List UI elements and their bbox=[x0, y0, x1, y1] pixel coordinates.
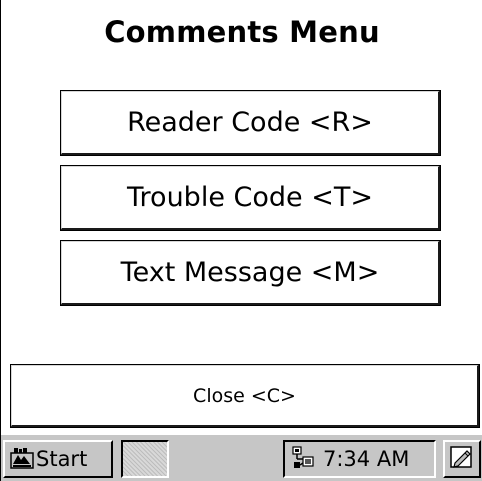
text-message-button[interactable]: Text Message <M> bbox=[60, 240, 441, 306]
comments-menu-screen: Comments Menu Reader Code <R> Trouble Co… bbox=[0, 0, 482, 481]
close-button[interactable]: Close <C> bbox=[10, 364, 480, 428]
reader-code-button[interactable]: Reader Code <R> bbox=[60, 90, 441, 156]
pencil-icon bbox=[449, 444, 475, 474]
network-connection-icon[interactable] bbox=[291, 446, 317, 472]
page-title: Comments Menu bbox=[104, 15, 380, 49]
windows-flag-icon bbox=[10, 447, 34, 471]
desktop-button[interactable] bbox=[443, 440, 481, 478]
system-tray: 7:34 AM bbox=[283, 440, 436, 478]
clock[interactable]: 7:34 AM bbox=[323, 447, 409, 471]
start-button[interactable]: Start bbox=[3, 440, 113, 478]
start-label: Start bbox=[36, 447, 88, 471]
trouble-code-button[interactable]: Trouble Code <T> bbox=[60, 165, 441, 231]
taskbar: Start 7:34 AM bbox=[1, 434, 482, 481]
taskbar-program-slot[interactable] bbox=[121, 440, 169, 478]
